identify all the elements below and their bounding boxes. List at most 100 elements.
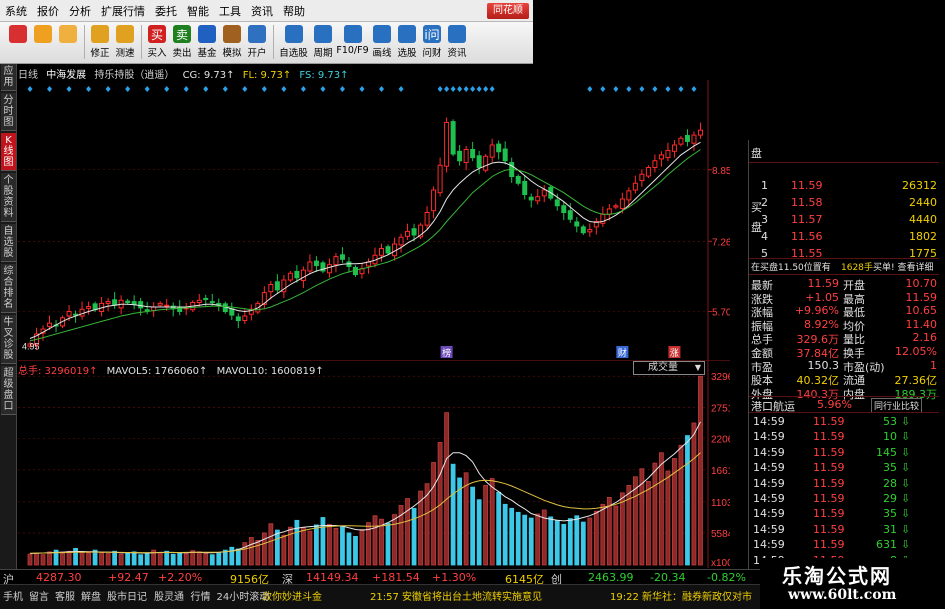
candlestick-chart[interactable]: 8.85 7.26 5.70 4.95 榜 财 涨 [18,80,730,360]
menu-item-8[interactable]: 帮助 [278,3,310,19]
volume-bar [40,554,46,566]
tick-price: 11.59 [813,507,845,521]
volume-chart[interactable]: 32960 27512 22064 16616 11032 5584 x100 [18,360,730,568]
toolbar-button-6[interactable]: 卖卖出 [170,22,194,62]
volume-bar [164,550,170,566]
signal-diamond [242,86,248,92]
news-ticker-3[interactable]: 19:22 新华社：融券新政仅对市 [610,588,752,603]
toolbar-button-13[interactable]: 画线 [370,22,394,62]
stat-value: +1.05 [805,290,839,304]
bottom-tab-7[interactable]: 24小时滚动 [217,588,270,603]
candle-body [665,149,671,159]
volume-tick-label: 16616 [711,466,730,477]
toolbar-button-9[interactable]: 开户 [245,22,269,62]
left-tab-6[interactable]: 牛叉诊股 [1,315,16,364]
bottom-tab-1[interactable]: 留言 [29,588,49,603]
toolbar-button-14[interactable]: 选股 [395,22,419,62]
candle-body [645,167,651,177]
candle-body [339,254,345,260]
cy-change: -20.34 [650,571,686,584]
sector-compare-button[interactable]: 同行业比较 [871,398,923,413]
left-tab-1[interactable]: 分时图 [1,93,16,131]
toolbar-button-8[interactable]: 模拟 [220,22,244,62]
signal-diamond [66,86,72,92]
left-tab-2[interactable]: K线图 [1,133,16,171]
candle-body [138,301,144,309]
left-tab-4[interactable]: 自选股 [1,224,16,262]
volume-bar [170,553,176,566]
tick-row: 14:59 11.59 35 ⇩ [749,506,939,522]
toolbar-button-2[interactable] [56,22,80,62]
candle-body [567,210,573,220]
volume-bar [359,529,365,566]
volume-bar [112,550,118,566]
candle-body [476,155,482,169]
bottom-tab-4[interactable]: 股市日记 [107,588,147,603]
candle-body [242,315,248,321]
bottom-tab-3[interactable]: 解盘 [81,588,101,603]
left-tab-char: 股 [3,350,14,361]
toolbar-button-11[interactable]: 周期 [311,22,335,62]
signal-diamond [300,86,306,92]
toolbar-button-12[interactable]: F10/F9 [336,22,369,62]
menu-item-3[interactable]: 扩展行情 [96,3,150,19]
stat-value-2: 11.59 [905,290,938,304]
candle-body [437,164,443,194]
bottom-tab-0[interactable]: 手机 [3,588,23,603]
candle-body [86,306,92,309]
toolbar-label: 选股 [397,48,417,59]
price-tick-label: 8.85 [712,166,730,177]
menu-item-0[interactable]: 系统 [0,3,32,19]
left-tab-char: 股 [3,248,14,259]
bottom-tab-6[interactable]: 行情 [191,588,211,603]
pencil-icon [373,25,391,43]
menu-item-6[interactable]: 工具 [214,3,246,19]
toolbar-button-16[interactable]: 资讯 [445,22,469,62]
toolbar-button-0[interactable] [6,22,30,62]
toolbar-button-5[interactable]: 买买入 [145,22,169,62]
toolbar-button-7[interactable]: 基金 [195,22,219,62]
candle-body [196,299,202,303]
tick-price: 11.59 [813,476,845,490]
left-tab-char: 料 [3,208,14,219]
buy-level-row: 2 11.58 2440 [749,195,939,211]
signal-diamond [457,86,463,92]
volume-bar [229,546,235,566]
bottom-tab-2[interactable]: 客服 [55,588,75,603]
left-tab-5[interactable]: 综合排名 [1,264,16,313]
candle-body [619,198,625,209]
position-detail-link[interactable]: 买单! 查看详细 [873,260,933,273]
left-tab-7[interactable]: 超级盘口 [1,366,16,415]
toolbar-button-1[interactable] [31,22,55,62]
volume-bar [528,517,534,566]
bottom-tab-5[interactable]: 股灵通 [154,588,184,603]
toolbar-button-10[interactable]: 自选股 [277,22,310,62]
menu-item-1[interactable]: 报价 [32,3,64,19]
tick-row: 14:59 11.59 35 ⇩ [749,460,939,476]
position-row: 在买盘11.50位置有 1628手 买单! 查看详细 [749,259,939,275]
volume-bar [613,505,619,566]
signal-diamond [281,86,287,92]
toolbar-button-15[interactable]: i问 问财 [420,22,444,62]
toolbar-button-3[interactable]: 修正 [88,22,112,62]
tick-time: 14:59 [753,476,785,490]
candle-body [431,189,437,212]
menu-item-7[interactable]: 资讯 [246,3,278,19]
volume-bar [99,551,105,566]
volume-bar [489,478,495,566]
menu-item-5[interactable]: 智能 [182,3,214,19]
news-ticker-1[interactable]: 致你妙进斗金 [262,588,322,603]
left-tab-3[interactable]: 个股资料 [1,173,16,222]
volume-bar [457,477,463,566]
tick-time: 14:59 [753,538,785,552]
watermark-title: 乐淘公式网 [782,564,892,588]
menu-item-2[interactable]: 分析 [64,3,96,19]
buy-level-row: 4 11.56 1802 [749,229,939,245]
left-tab-0[interactable]: 应用 [1,64,16,91]
candle-body [333,256,339,266]
candle-body [444,122,450,167]
toolbar-button-4[interactable]: 测速 [113,22,137,62]
tick-time: 14:59 [753,445,785,459]
menu-item-4[interactable]: 委托 [150,3,182,19]
news-ticker-2[interactable]: 21:57 安徽省将出台土地流转实施意见 [370,588,542,603]
